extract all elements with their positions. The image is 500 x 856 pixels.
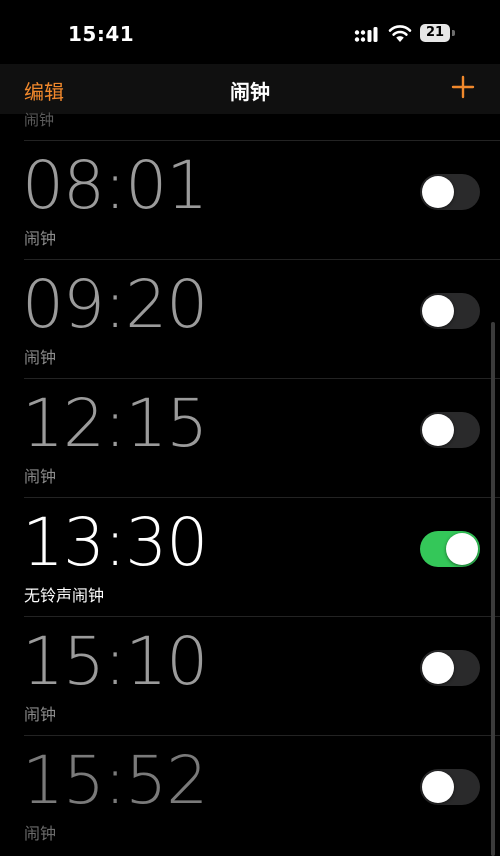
wifi-icon xyxy=(388,25,412,42)
battery-icon: 21 xyxy=(420,24,456,42)
scrollbar[interactable] xyxy=(491,322,495,856)
cellular-signal-icon xyxy=(354,27,378,42)
status-time: 15:41 xyxy=(68,22,135,46)
alarm-row[interactable]: 15:52 闹钟 xyxy=(0,735,500,854)
alarm-label: 闹钟 xyxy=(24,705,57,724)
alarm-label: 闹钟 xyxy=(24,348,57,367)
toggle-knob xyxy=(422,771,454,803)
divider xyxy=(24,378,500,379)
toggle-knob xyxy=(422,295,454,327)
alarm-label: 闹钟 xyxy=(24,824,57,843)
alarm-toggle[interactable] xyxy=(420,293,480,329)
alarm-toggle[interactable] xyxy=(420,412,480,448)
add-alarm-button[interactable] xyxy=(450,74,476,100)
divider xyxy=(24,616,500,617)
nav-bar: 编辑 闹钟 xyxy=(0,64,500,114)
toggle-knob xyxy=(422,414,454,446)
alarm-row[interactable]: 15:10 闹钟 xyxy=(0,616,500,735)
alarm-label: 无铃声闹钟 xyxy=(24,586,105,605)
alarm-time: 15:52 xyxy=(22,742,208,819)
alarm-row[interactable]: 08:01 闹钟 xyxy=(0,140,500,259)
divider xyxy=(24,259,500,260)
alarm-time: 12:15 xyxy=(22,385,208,462)
alarm-label: 闹钟 xyxy=(24,229,57,248)
alarm-row[interactable]: 09:20 闹钟 xyxy=(0,259,500,378)
alarm-time: 15:10 xyxy=(22,623,208,700)
status-bar: 15:41 21 xyxy=(0,0,500,64)
toggle-knob xyxy=(446,533,478,565)
toggle-knob xyxy=(422,176,454,208)
alarm-time: 13:30 xyxy=(22,504,208,581)
divider xyxy=(24,140,500,141)
alarm-toggle[interactable] xyxy=(420,531,480,567)
alarm-time: 08:01 xyxy=(22,147,208,224)
toggle-knob xyxy=(422,652,454,684)
alarm-toggle[interactable] xyxy=(420,174,480,210)
page-title: 闹钟 xyxy=(230,80,270,104)
battery-level: 21 xyxy=(425,25,445,40)
alarm-time: 09:20 xyxy=(22,266,208,343)
alarm-row[interactable]: 13:30 无铃声闹钟 xyxy=(0,497,500,616)
alarm-toggle[interactable] xyxy=(420,650,480,686)
alarm-row[interactable]: 12:15 闹钟 xyxy=(0,378,500,497)
partial-alarm-label: 闹钟 xyxy=(24,111,55,129)
divider xyxy=(24,497,500,498)
alarm-label: 闹钟 xyxy=(24,467,57,486)
divider xyxy=(24,735,500,736)
alarm-toggle[interactable] xyxy=(420,769,480,805)
